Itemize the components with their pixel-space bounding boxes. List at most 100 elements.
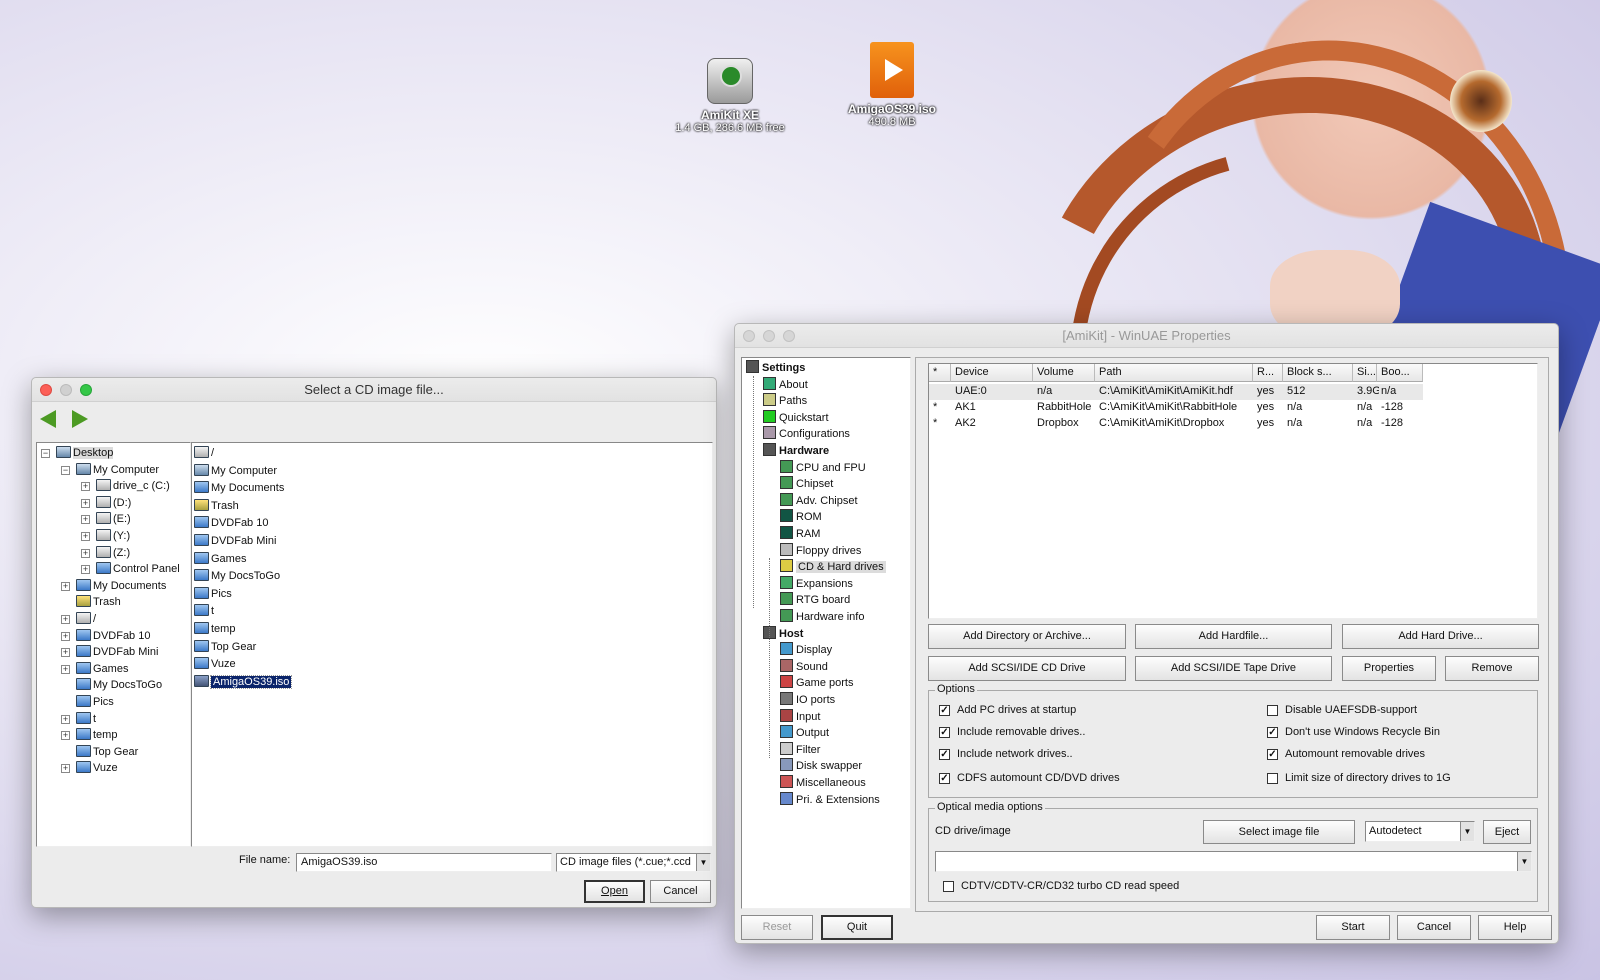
settings-tree-item-ram[interactable]: RAM <box>780 526 820 542</box>
expand-icon[interactable]: + <box>81 565 90 575</box>
collapse-icon[interactable]: − <box>41 449 50 458</box>
expand-icon[interactable]: + <box>81 515 90 525</box>
tree-item[interactable]: Top Gear <box>61 744 138 761</box>
help-button[interactable]: Help <box>1478 915 1552 940</box>
minimize-window-button[interactable] <box>763 330 775 342</box>
tree-item[interactable]: + (E:) <box>81 511 131 528</box>
file-list-item[interactable]: Trash <box>194 498 239 515</box>
expand-icon[interactable]: + <box>81 532 90 541</box>
options_right-checkbox-0[interactable] <box>1267 705 1278 716</box>
tree-item[interactable]: + temp <box>61 727 117 744</box>
cancel-button[interactable]: Cancel <box>650 880 711 903</box>
table-header-0[interactable]: * <box>929 364 951 382</box>
tree-item[interactable]: + DVDFab 10 <box>61 628 150 645</box>
add-directory-button[interactable]: Add Directory or Archive... <box>928 624 1126 649</box>
tree-item[interactable]: − Desktop <box>41 445 114 462</box>
expand-icon[interactable]: + <box>61 581 70 591</box>
tree-item[interactable]: + My Documents <box>61 578 166 595</box>
expand-icon[interactable]: + <box>61 615 70 624</box>
tree-item[interactable]: + Control Panel <box>81 561 180 578</box>
file-list-item[interactable]: temp <box>194 621 235 638</box>
table-header-7[interactable]: Boo... <box>1377 364 1423 382</box>
settings-tree-item-display[interactable]: Display <box>780 642 832 658</box>
tree-item[interactable]: Pics <box>61 694 114 711</box>
select-image-file-button[interactable]: Select image file <box>1203 820 1355 844</box>
tree-item[interactable]: Trash <box>61 594 121 611</box>
settings-tree-item-settings[interactable]: Settings <box>746 360 805 376</box>
properties-button[interactable]: Properties <box>1342 656 1436 681</box>
tree-item[interactable]: + DVDFab Mini <box>61 644 158 661</box>
settings-tree-item-input[interactable]: Input <box>780 708 820 725</box>
cd-image-path-combo[interactable]: ▼ <box>935 851 1532 872</box>
add-hardfile-button[interactable]: Add Hardfile... <box>1135 624 1332 649</box>
autodetect-select[interactable]: Autodetect ▼ <box>1365 821 1475 842</box>
chevron-down-icon[interactable]: ▼ <box>1517 852 1531 871</box>
settings-tree-item-quickstart[interactable]: Quickstart <box>763 409 829 426</box>
tree-item[interactable]: − My Computer <box>61 462 159 479</box>
quit-button[interactable]: Quit <box>821 915 893 940</box>
tree-item[interactable]: + Games <box>61 661 128 678</box>
settings-tree[interactable]: Settings About Paths Quickstart Configuratio… <box>741 357 911 909</box>
expand-icon[interactable]: + <box>81 498 90 508</box>
add-cd-drive-button[interactable]: Add SCSI/IDE CD Drive <box>928 656 1126 681</box>
expand-icon[interactable]: + <box>61 631 70 641</box>
tree-item[interactable]: + t <box>61 711 96 728</box>
settings-tree-item-rom[interactable]: ROM <box>780 509 822 525</box>
table-row[interactable]: * AK1 RabbitHole C:\AmiKit\AmiKit\RabbitHol… <box>929 400 1423 416</box>
table-row[interactable]: UAE:0 n/a C:\AmiKit\AmiKit\AmiKit.hdf yes 51… <box>929 384 1423 400</box>
expand-icon[interactable]: + <box>61 664 70 674</box>
options_left-checkbox-3[interactable]: ✓ <box>939 773 950 784</box>
tree-item[interactable]: + (Z:) <box>81 545 130 562</box>
settings-tree-item-output[interactable]: Output <box>780 725 829 741</box>
table-header-6[interactable]: Si... <box>1353 364 1377 382</box>
file-list-item[interactable]: AmigaOS39.iso <box>194 674 293 691</box>
expand-icon[interactable]: + <box>61 714 70 724</box>
reset-button[interactable]: Reset <box>741 915 813 940</box>
back-arrow-icon[interactable] <box>40 410 56 428</box>
settings-tree-item-hardware[interactable]: Hardware <box>763 443 829 459</box>
settings-tree-item-cd-hard-drives[interactable]: CD & Hard drives <box>780 559 886 575</box>
forward-arrow-icon[interactable] <box>72 410 88 428</box>
settings-tree-item-disk-swapper[interactable]: Disk swapper <box>780 758 862 774</box>
expand-icon[interactable]: + <box>81 548 90 558</box>
options_right-checkbox-1[interactable]: ✓ <box>1267 727 1278 738</box>
add-tape-drive-button[interactable]: Add SCSI/IDE Tape Drive <box>1135 656 1332 681</box>
options_left-checkbox-2[interactable]: ✓ <box>939 749 950 760</box>
cdtv-turbo-checkbox[interactable] <box>943 881 954 892</box>
minimize-window-button[interactable] <box>60 384 72 396</box>
settings-tree-item-miscellaneous[interactable]: Miscellaneous <box>780 775 866 791</box>
file-list-item[interactable]: My Documents <box>194 480 284 497</box>
settings-tree-item-hardware-info[interactable]: Hardware info <box>780 609 864 625</box>
tree-item[interactable]: + (D:) <box>81 495 131 512</box>
open-button[interactable]: Open <box>584 880 645 903</box>
expand-icon[interactable]: + <box>61 731 70 741</box>
tree-item[interactable]: + (Y:) <box>81 528 130 545</box>
file-list-item[interactable]: Games <box>194 551 246 568</box>
file-list-item[interactable]: DVDFab Mini <box>194 533 276 550</box>
remove-button[interactable]: Remove <box>1445 656 1539 681</box>
table-header-1[interactable]: Device <box>951 364 1033 382</box>
options_right-checkbox-2[interactable]: ✓ <box>1267 749 1278 760</box>
file-list-item[interactable]: t <box>194 603 214 620</box>
tree-item[interactable]: + drive_c (C:) <box>81 478 170 495</box>
options_left-checkbox-0[interactable]: ✓ <box>939 705 950 716</box>
filename-input[interactable]: AmigaOS39.iso <box>296 853 552 872</box>
options_right-checkbox-3[interactable] <box>1267 773 1278 784</box>
settings-tree-item-floppy-drives[interactable]: Floppy drives <box>780 542 861 559</box>
zoom-window-button[interactable] <box>783 330 795 342</box>
chevron-down-icon[interactable]: ▼ <box>696 854 710 871</box>
settings-tree-item-sound[interactable]: Sound <box>780 658 828 675</box>
cancel-button[interactable]: Cancel <box>1397 915 1471 940</box>
table-header-4[interactable]: R... <box>1253 364 1283 382</box>
file-list-item[interactable]: Pics <box>194 586 232 603</box>
chevron-down-icon[interactable]: ▼ <box>1460 822 1474 841</box>
file-list-item[interactable]: My DocsToGo <box>194 568 280 585</box>
settings-tree-item-cpu-and-fpu[interactable]: CPU and FPU <box>780 459 866 476</box>
settings-tree-item-expansions[interactable]: Expansions <box>780 575 853 592</box>
tree-item[interactable]: My DocsToGo <box>61 677 162 694</box>
file-list-item[interactable]: Top Gear <box>194 639 256 656</box>
folder-tree[interactable]: − Desktop − My Computer + drive_c (C:) + (D:) +(… <box>36 442 191 847</box>
settings-tree-item-rtg-board[interactable]: RTG board <box>780 592 850 608</box>
drives-table[interactable]: * Device Volume Path R... Block s... Si... Boo.… <box>928 363 1538 619</box>
expand-icon[interactable]: + <box>81 482 90 492</box>
